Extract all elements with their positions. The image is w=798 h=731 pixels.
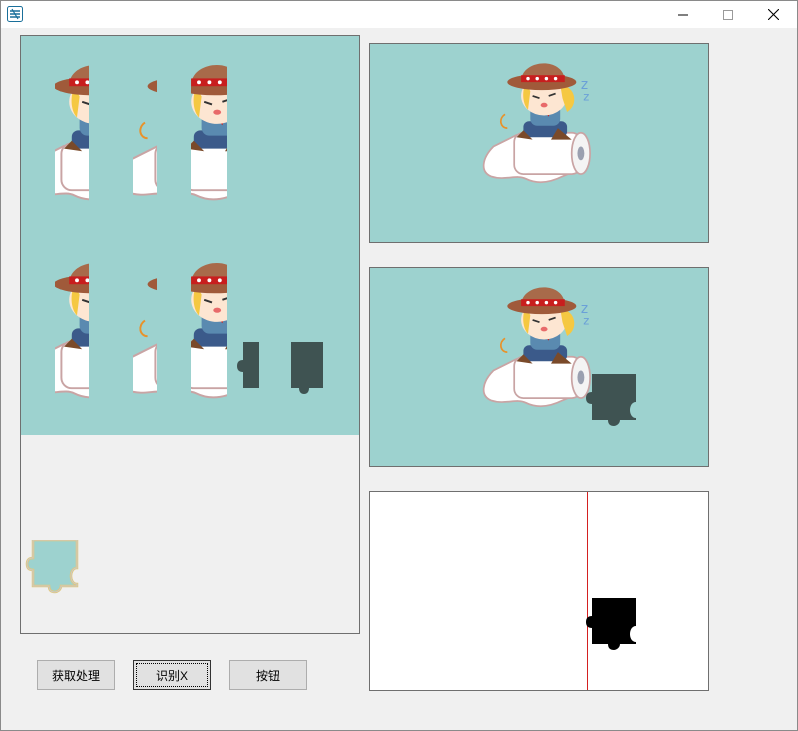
result-picturebox [369,491,709,691]
recognize-button[interactable]: 识别X [133,660,211,690]
maximize-button[interactable] [705,1,751,28]
generic-button[interactable]: 按钮 [229,660,307,690]
app-window: 获取处理 识别X 按钮 [0,0,798,731]
original-image [482,62,591,184]
slice-strip [191,58,227,208]
puzzle-piece[interactable] [25,540,83,598]
detected-edge-line [587,492,588,690]
slices-picturebox [20,35,360,634]
minimize-icon [678,14,688,15]
close-icon [767,9,779,20]
captcha-picturebox [369,267,709,467]
minimize-button[interactable] [660,1,706,28]
slice-strip [191,256,227,406]
title-bar [1,1,797,28]
slice-strip [133,256,157,406]
slices-canvas [21,36,359,435]
puzzle-slot-fragment [291,342,323,394]
maximize-icon [723,9,733,20]
slice-strip [55,58,89,208]
captcha-image [482,286,636,426]
app-icon [7,6,23,22]
puzzle-slot-fragment [237,342,259,388]
detected-slot-shape [586,598,636,650]
fetch-process-button[interactable]: 获取处理 [37,660,115,690]
close-button[interactable] [750,1,796,28]
slice-strip [133,58,157,208]
original-picturebox [369,43,709,243]
slice-strip [55,256,89,406]
